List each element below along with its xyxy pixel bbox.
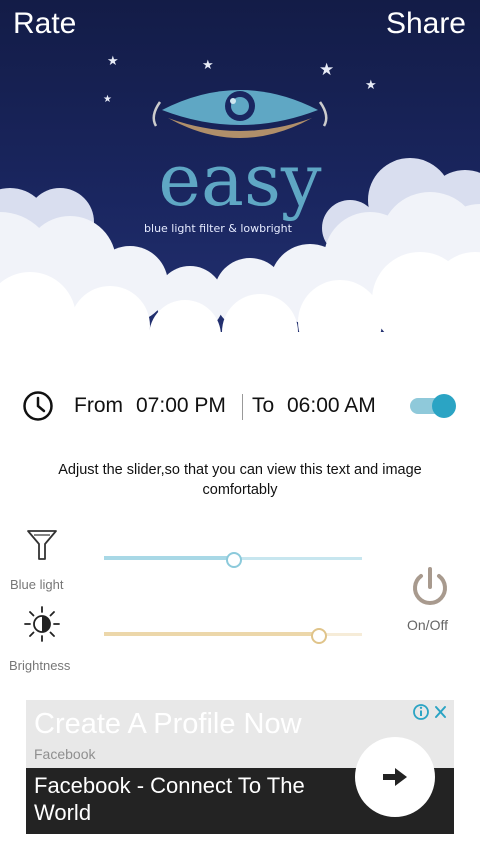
brightness-label: Brightness bbox=[9, 658, 71, 673]
toggle-knob bbox=[432, 394, 456, 418]
slider-thumb[interactable] bbox=[311, 628, 328, 644]
rate-button[interactable]: Rate bbox=[13, 6, 76, 42]
clock-icon bbox=[23, 391, 53, 421]
info-icon bbox=[413, 704, 429, 720]
brightness-slider[interactable] bbox=[104, 626, 362, 644]
schedule-row: From 07:00 PM To 06:00 AM bbox=[22, 386, 462, 426]
ad-body-text[interactable]: Facebook - Connect To The World bbox=[34, 772, 334, 826]
share-button[interactable]: Share bbox=[386, 6, 466, 42]
ad-banner[interactable]: Create A Profile Now Facebook Facebook -… bbox=[26, 700, 454, 834]
to-label: To bbox=[252, 394, 275, 417]
blue-light-slider[interactable] bbox=[104, 550, 362, 568]
funnel-icon bbox=[27, 530, 57, 560]
blue-light-label: Blue light bbox=[10, 577, 64, 592]
instructions-text: Adjust the slider,so that you can view t… bbox=[58, 462, 422, 498]
ad-cta-button[interactable] bbox=[355, 737, 435, 817]
ad-headline[interactable]: Create A Profile Now bbox=[34, 708, 302, 741]
time-divider bbox=[242, 394, 243, 420]
slider-fill bbox=[104, 556, 233, 560]
from-time[interactable]: 07:00 PM bbox=[136, 394, 226, 418]
logo-tagline: blue light filter & lowbright bbox=[144, 222, 292, 235]
power-icon[interactable] bbox=[406, 563, 454, 611]
from-label: From bbox=[74, 394, 123, 417]
arrow-right-icon bbox=[383, 768, 407, 786]
to-time[interactable]: 06:00 AM bbox=[287, 394, 376, 418]
close-icon bbox=[435, 706, 446, 718]
schedule-toggle[interactable] bbox=[410, 394, 456, 418]
clouds-illustration bbox=[0, 158, 480, 360]
slider-fill bbox=[104, 632, 319, 636]
ad-choices[interactable] bbox=[412, 703, 450, 721]
app-header: ★ ★ ★ ★ ★ easy blue light filter & lowbr… bbox=[0, 0, 480, 360]
slider-thumb[interactable] bbox=[226, 552, 242, 568]
ad-advertiser: Facebook bbox=[34, 746, 96, 762]
sun-icon bbox=[24, 606, 60, 642]
power-label: On/Off bbox=[407, 617, 448, 633]
